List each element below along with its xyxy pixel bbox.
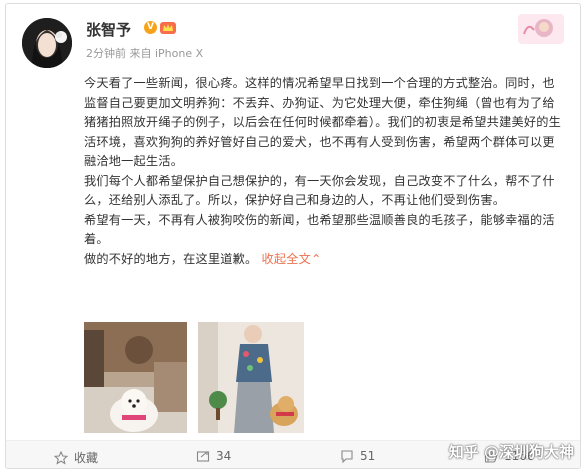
avatar[interactable] (22, 18, 72, 68)
post-paragraph: 我们每个人都希望保护自己想保护的，有一天你会发现，自己改变不了什么，帮不了什么，… (84, 173, 555, 208)
post-meta: 2分钟前 来自 iPhone X (86, 47, 204, 60)
share-count: 34 (216, 449, 232, 463)
share-icon (196, 451, 210, 462)
profile-thumbnail-icon[interactable] (518, 14, 564, 44)
post-text: 今天看了一些新闻，很心疼。这样的情况希望早日找到一个合理的方式整治。同时，也监督… (84, 74, 562, 269)
username[interactable]: 张智予 (86, 19, 131, 40)
post-paragraph: 今天看了一些新闻，很心疼。这样的情况希望早日找到一个合理的方式整治。同时，也监督… (84, 76, 562, 168)
collapse-link[interactable]: 收起全文 (262, 252, 312, 266)
weibo-post-card: 张智予 V 2分钟前 来自 iPhone X 今天看了一些新闻，很心疼。这样的情… (5, 3, 581, 469)
comment-button[interactable]: 51 (340, 449, 375, 463)
favorite-button[interactable]: 收藏 (54, 449, 98, 466)
post-last-line-text: 做的不好的地方，在这里道歉。 (84, 251, 258, 266)
share-button[interactable]: 34 (196, 449, 231, 463)
vip-crown-icon (160, 20, 176, 34)
post-last-line: 做的不好的地方，在这里道歉。 收起全文⌃ (84, 250, 562, 270)
post-image-dog-indoor[interactable] (84, 322, 187, 433)
collapse-arrow-icon[interactable]: ⌃ (311, 252, 321, 266)
source-watermark: 知乎 @深圳狗大神 (448, 443, 574, 461)
post-image-person-with-dog[interactable] (198, 322, 304, 433)
star-icon (54, 450, 68, 465)
favorite-label: 收藏 (74, 451, 99, 465)
comment-count: 51 (360, 449, 376, 463)
comment-icon (341, 450, 353, 463)
post-paragraph: 希望有一天，不再有人被狗咬伤的新闻，也希望那些温顺善良的毛孩子，能够幸福的活着。 (84, 212, 555, 247)
verified-badge-icon: V (144, 21, 157, 34)
